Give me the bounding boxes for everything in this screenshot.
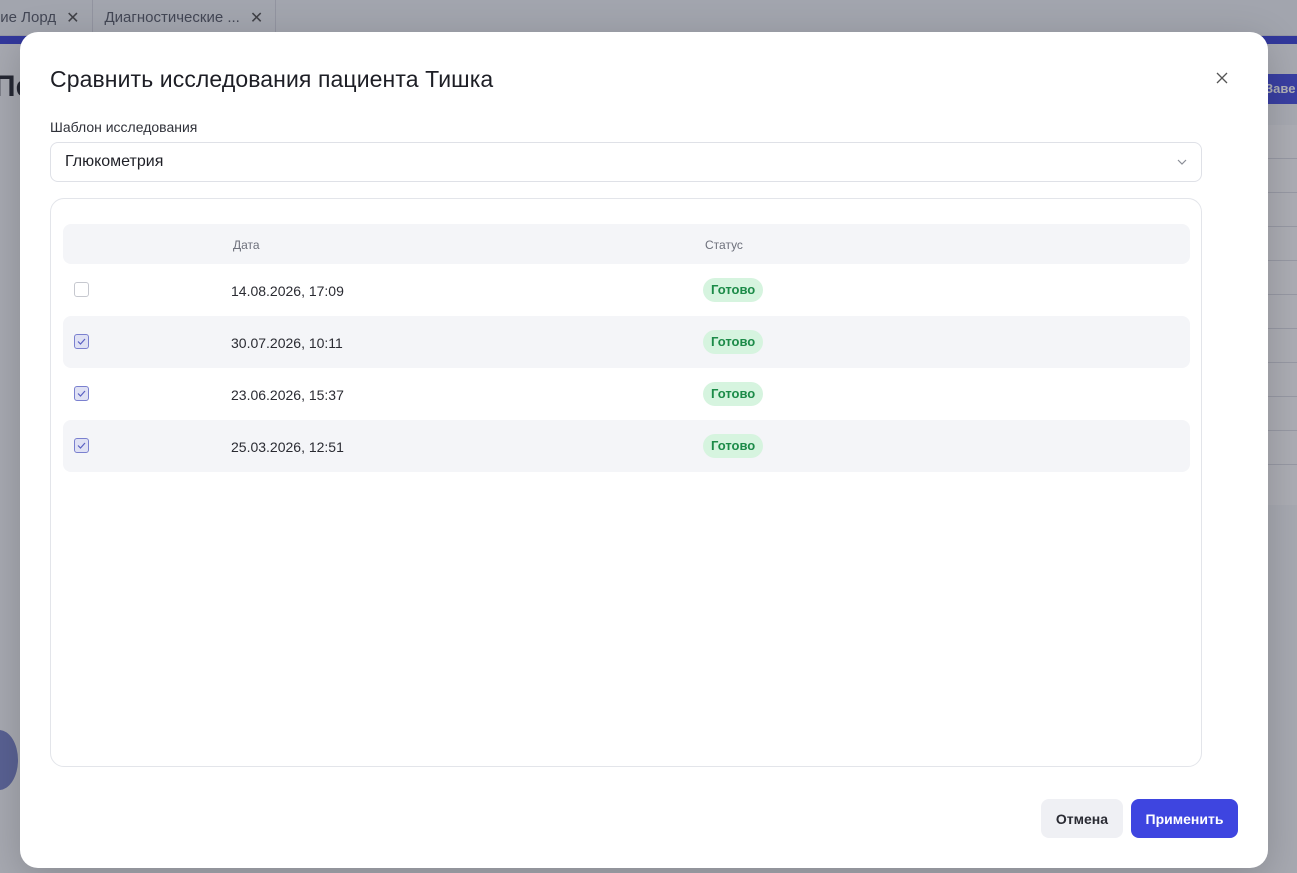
table-row[interactable]: 30.07.2026, 10:11 Готово — [63, 316, 1190, 368]
template-select-value: Глюкометрия — [65, 153, 164, 170]
checkmark-icon — [77, 442, 86, 449]
table-row[interactable]: 14.08.2026, 17:09 Готово — [63, 264, 1190, 316]
row-checkbox[interactable] — [74, 438, 89, 453]
column-header-date[interactable]: Дата — [233, 238, 260, 252]
compare-studies-modal: Сравнить исследования пациента Тишка Шаб… — [20, 32, 1268, 868]
row-checkbox[interactable] — [74, 282, 89, 297]
table-header: Дата Статус — [63, 224, 1190, 264]
status-badge: Готово — [703, 382, 764, 406]
table-row[interactable]: 25.03.2026, 12:51 Готово — [63, 420, 1190, 472]
row-checkbox[interactable] — [74, 334, 89, 349]
row-date: 14.08.2026, 17:09 — [231, 283, 344, 299]
close-button[interactable] — [1212, 68, 1232, 88]
row-date: 25.03.2026, 12:51 — [231, 439, 344, 455]
modal-title: Сравнить исследования пациента Тишка — [50, 66, 494, 92]
row-checkbox[interactable] — [74, 386, 89, 401]
status-badge: Готово — [703, 278, 764, 302]
column-header-status[interactable]: Статус — [705, 238, 743, 252]
template-field-label: Шаблон исследования — [50, 119, 198, 135]
row-date: 30.07.2026, 10:11 — [231, 335, 343, 351]
table-row[interactable]: 23.06.2026, 15:37 Готово — [63, 368, 1190, 420]
close-icon — [1216, 72, 1228, 84]
apply-button[interactable]: Применить — [1131, 799, 1238, 838]
checkmark-icon — [77, 338, 86, 345]
template-select[interactable]: Глюкометрия — [50, 142, 1202, 182]
status-badge: Готово — [703, 434, 764, 458]
checkmark-icon — [77, 390, 86, 397]
studies-table: Дата Статус 14.08.2026, 17:09 Готово 30.… — [50, 198, 1202, 767]
row-date: 23.06.2026, 15:37 — [231, 387, 344, 403]
chevron-down-icon — [1177, 159, 1187, 165]
status-badge: Готово — [703, 330, 764, 354]
cancel-button[interactable]: Отмена — [1041, 799, 1123, 838]
